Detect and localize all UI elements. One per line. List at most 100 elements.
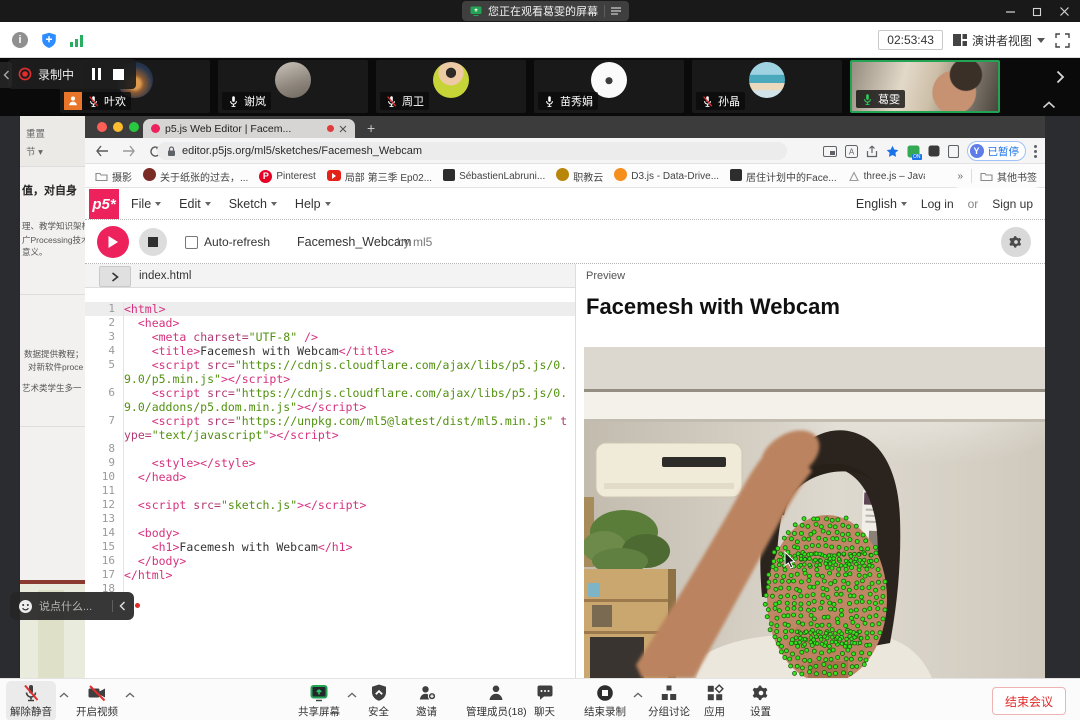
code-line[interactable]: 1<html> xyxy=(85,302,575,316)
code-line[interactable]: 5 <script src="https://cdnjs.cloudflare.… xyxy=(85,358,575,386)
menu-edit[interactable]: Edit xyxy=(179,197,211,211)
menu-file[interactable]: File xyxy=(131,197,161,211)
forward-icon[interactable] xyxy=(122,145,136,157)
code-line[interactable]: 11 xyxy=(85,484,575,498)
toolbar-breakout[interactable]: 分组讨论 xyxy=(644,681,694,720)
watching-screen-pill[interactable]: 您正在观看葛雯的屏幕 xyxy=(462,1,629,21)
bookmarks-overflow-chevron[interactable]: » xyxy=(957,171,963,182)
other-bookmarks-folder[interactable]: 其他书签 xyxy=(980,169,1037,184)
traffic-zoom-button[interactable] xyxy=(129,122,139,132)
pip-icon[interactable] xyxy=(823,146,837,157)
sidebar-expander-button[interactable] xyxy=(99,266,131,287)
pill-menu-icon[interactable] xyxy=(611,7,621,15)
profile-pill[interactable]: Y 已暂停 xyxy=(967,141,1027,161)
code-line[interactable]: 4 <title>Facemesh with Webcam</title> xyxy=(85,344,575,358)
menu-help[interactable]: Help xyxy=(295,197,331,211)
extension-on-icon[interactable]: ON xyxy=(907,145,920,158)
code-line[interactable]: 18 xyxy=(85,582,575,596)
chat-collapse-chevron[interactable] xyxy=(119,601,126,611)
menu-sketch[interactable]: Sketch xyxy=(229,197,277,211)
close-button[interactable] xyxy=(1059,6,1070,17)
emoji-icon[interactable] xyxy=(18,599,33,614)
toolbar-settings[interactable]: 设置 xyxy=(746,681,775,720)
chevron-up-icon[interactable] xyxy=(347,692,357,698)
code-line[interactable]: 9 <style></style> xyxy=(85,456,575,470)
bookmark-item[interactable]: PPinterest xyxy=(259,170,315,183)
bookmark-item[interactable]: three.js – JavaScri... xyxy=(848,171,925,182)
bookmark-item[interactable]: 职教云 xyxy=(556,168,603,184)
language-menu[interactable]: English xyxy=(856,197,907,211)
strip-left-chevron[interactable] xyxy=(0,62,12,88)
next-participants-button[interactable] xyxy=(1048,62,1072,92)
chevron-up-icon[interactable] xyxy=(633,692,643,698)
p5-logo[interactable]: p5* xyxy=(89,189,119,219)
fullscreen-icon[interactable] xyxy=(1055,33,1070,48)
code-line[interactable]: 16 </body> xyxy=(85,554,575,568)
participant-tile[interactable]: 苗秀娟 xyxy=(534,60,684,113)
address-bar[interactable]: editor.p5js.org/ml5/sketches/Facemesh_We… xyxy=(157,142,787,160)
chevron-up-icon[interactable] xyxy=(59,692,69,698)
stop-recording-button[interactable] xyxy=(113,69,124,80)
collapse-strip-chevron[interactable] xyxy=(1042,101,1056,109)
chat-quick-input[interactable]: 说点什么... xyxy=(10,592,134,620)
signup-link[interactable]: Sign up xyxy=(992,197,1033,211)
bookmark-item[interactable]: 关于纸张的过去，... xyxy=(143,168,248,184)
toolbar-share-screen[interactable]: 共享屏幕 xyxy=(294,681,357,720)
toolbar-stop-record[interactable]: 结束录制 xyxy=(580,681,643,720)
connection-signal-icon[interactable] xyxy=(70,34,85,47)
login-link[interactable]: Log in xyxy=(921,197,954,211)
code-line[interactable]: 17</html> xyxy=(85,568,575,582)
tab-close-icon[interactable] xyxy=(339,125,347,133)
new-tab-button[interactable]: + xyxy=(367,119,375,138)
code-line[interactable]: 10 </head> xyxy=(85,470,575,484)
code-line[interactable]: 8 xyxy=(85,442,575,456)
bookmark-item[interactable]: D3.js - Data-Drive... xyxy=(614,168,719,184)
end-meeting-button[interactable]: 结束会议 xyxy=(992,687,1066,715)
toolbar-camera-off[interactable]: 开启视频 xyxy=(72,681,135,720)
participant-tile[interactable]: 孙晶 xyxy=(692,60,842,113)
browser-tab-active[interactable]: p5.js Web Editor | Facem... xyxy=(143,119,355,138)
participant-tile[interactable]: 谢岚 xyxy=(218,60,368,113)
code-line[interactable]: 13 xyxy=(85,512,575,526)
translate-icon[interactable]: A xyxy=(845,145,858,158)
participant-tile[interactable]: 葛雯 xyxy=(850,60,1000,113)
toolbar-chat[interactable]: 聊天 xyxy=(530,681,559,720)
code-line[interactable]: 14 <body> xyxy=(85,526,575,540)
bookmark-item[interactable]: SébastienLabruni... xyxy=(443,169,545,184)
share-icon[interactable] xyxy=(866,145,878,158)
toolbar-shield[interactable]: 安全 xyxy=(364,681,393,720)
code-line[interactable]: 6 <script src="https://cdnjs.cloudflare.… xyxy=(85,386,575,414)
traffic-minimize-button[interactable] xyxy=(113,122,123,132)
back-icon[interactable] xyxy=(95,145,109,157)
device-toolbar-icon[interactable] xyxy=(948,145,959,158)
maximize-button[interactable] xyxy=(1032,6,1043,17)
bookmark-item[interactable]: 摄影 xyxy=(95,169,132,184)
chevron-up-icon[interactable] xyxy=(125,692,135,698)
stop-button[interactable] xyxy=(139,228,167,256)
meeting-info-icon[interactable]: i xyxy=(12,32,28,48)
pause-recording-button[interactable] xyxy=(92,68,101,80)
bookmark-star-icon[interactable] xyxy=(886,145,899,158)
view-mode-button[interactable]: 演讲者视图 xyxy=(953,32,1045,49)
bookmark-item[interactable]: 局部 第三季 Ep02... xyxy=(327,169,432,184)
toolbar-invite[interactable]: 邀请 xyxy=(412,681,441,720)
code-line[interactable]: 12 <script src="sketch.js"></script> xyxy=(85,498,575,512)
code-line[interactable]: 3 <meta charset="UTF-8" /> xyxy=(85,330,575,344)
toolbar-apps[interactable]: 应用 xyxy=(700,681,729,720)
preferences-button[interactable] xyxy=(1001,227,1031,257)
browser-menu-icon[interactable] xyxy=(1034,145,1037,158)
encryption-shield-icon[interactable] xyxy=(41,32,57,49)
extension-pin-icon[interactable] xyxy=(928,145,940,157)
minimize-button[interactable] xyxy=(1005,6,1016,17)
code-line[interactable]: 2 <head> xyxy=(85,316,575,330)
traffic-close-button[interactable] xyxy=(97,122,107,132)
toolbar-participants[interactable]: 管理成员(18) xyxy=(462,681,531,720)
code-editor[interactable]: 1<html>2 <head>3 <meta charset="UTF-8" /… xyxy=(85,288,575,678)
file-tab-indexhtml[interactable]: index.html xyxy=(139,270,191,282)
code-line[interactable]: 15 <h1>Facemesh with Webcam</h1> xyxy=(85,540,575,554)
play-button[interactable] xyxy=(97,226,129,258)
toolbar-mic-muted[interactable]: 解除静音 xyxy=(6,681,69,720)
chat-input-placeholder[interactable]: 说点什么... xyxy=(39,598,106,614)
sketch-name[interactable]: Facemesh_Webcam xyxy=(297,235,411,249)
code-line[interactable]: 7 <script src="https://unpkg.com/ml5@lat… xyxy=(85,414,575,442)
